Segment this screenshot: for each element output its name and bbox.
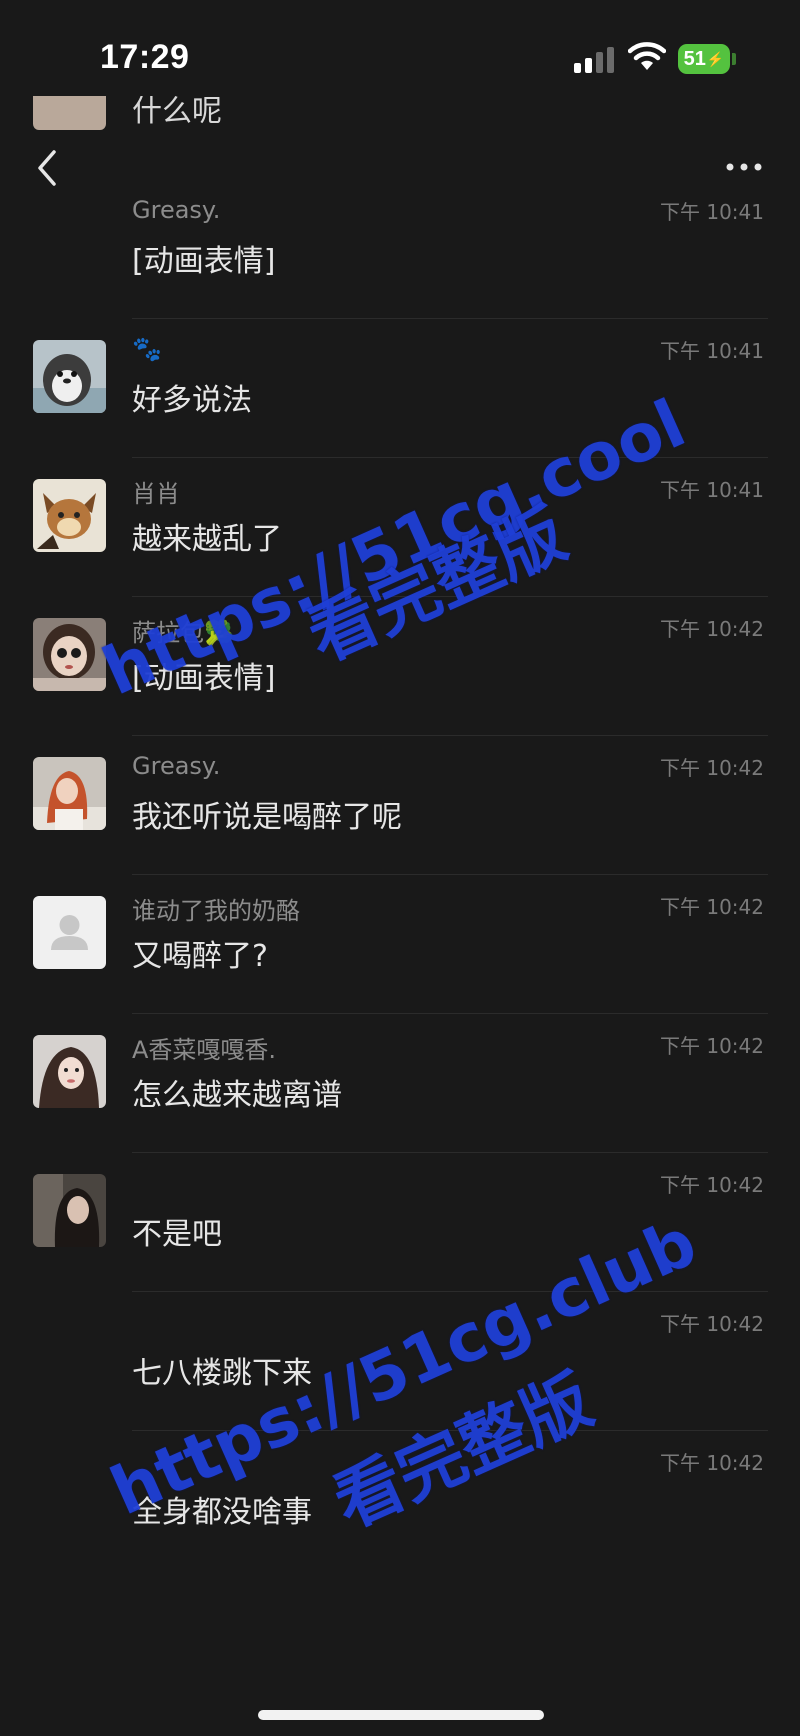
message-row[interactable]: A香菜嘎嘎香. 怎么越来越离谱 下午 10:42 — [0, 1014, 800, 1153]
message-time: 下午 10:42 — [660, 1034, 764, 1058]
charging-bolt-icon: ⚡ — [706, 50, 725, 67]
message-text: 不是吧 — [132, 1217, 222, 1252]
message-text: 怎么越来越离谱 — [132, 1078, 342, 1113]
message-time: 下午 10:42 — [660, 1173, 764, 1197]
avatar[interactable] — [33, 1174, 106, 1247]
message-time: 下午 10:41 — [660, 478, 764, 502]
default-user-avatar-icon — [33, 896, 106, 969]
selfie-avatar-icon — [33, 1035, 106, 1108]
message-time: 下午 10:42 — [660, 895, 764, 919]
sender-name: 肖肖 — [132, 480, 180, 508]
message-time: 下午 10:42 — [660, 1312, 764, 1336]
battery-icon: 51 ⚡ — [678, 44, 730, 74]
message-time: 下午 10:41 — [660, 339, 764, 363]
message-text: [动画表情] — [132, 244, 276, 279]
message-row[interactable]: 七八楼跳下来 下午 10:42 — [0, 1292, 800, 1431]
battery-nub — [732, 53, 736, 65]
message-row[interactable]: Greasy. [动画表情] 下午 10:41 — [0, 180, 800, 319]
home-indicator[interactable] — [258, 1710, 544, 1720]
message-time: 下午 10:42 — [660, 756, 764, 780]
sender-name: 🐾 — [132, 335, 162, 363]
doll-avatar-icon — [33, 618, 106, 691]
cartoon-avatar-icon — [33, 479, 106, 552]
sender-name: 萨拉包🥦 — [132, 619, 234, 647]
partial-avatar — [33, 96, 106, 130]
sender-name: 谁动了我的奶酪 — [132, 897, 300, 925]
photo-avatar-icon — [33, 1174, 106, 1247]
partial-message-text: 什么呢 — [132, 96, 222, 129]
message-time: 下午 10:41 — [660, 200, 764, 224]
message-text: [动画表情] — [132, 661, 276, 696]
message-time: 下午 10:42 — [660, 617, 764, 641]
sender-name: Greasy. — [132, 196, 221, 224]
avatar[interactable] — [33, 896, 106, 969]
message-row[interactable]: Greasy. 我还听说是喝醉了呢 下午 10:42 — [0, 736, 800, 875]
message-row[interactable]: 谁动了我的奶酪 又喝醉了? 下午 10:42 — [0, 875, 800, 1014]
message-text: 越来越乱了 — [132, 522, 282, 557]
avatar[interactable] — [33, 757, 106, 830]
more-button[interactable] — [720, 150, 768, 184]
message-text: 又喝醉了? — [132, 939, 268, 974]
avatar[interactable] — [33, 618, 106, 691]
message-text: 七八楼跳下来 — [132, 1356, 312, 1391]
battery-level: 51 — [683, 47, 706, 70]
status-bar: 17:29 51 ⚡ — [0, 0, 800, 110]
message-row[interactable]: 肖肖 越来越乱了 下午 10:41 — [0, 458, 800, 597]
avatar[interactable] — [33, 479, 106, 552]
message-text: 好多说法 — [132, 383, 252, 418]
message-row[interactable]: 🐾 好多说法 下午 10:41 — [0, 319, 800, 458]
message-list: Greasy. [动画表情] 下午 10:41 🐾 好多说法 下午 10:41 — [0, 180, 800, 1570]
penguin-avatar-icon — [33, 340, 106, 413]
avatar[interactable] — [33, 340, 106, 413]
message-text: 全身都没啥事 — [132, 1495, 312, 1530]
message-row[interactable]: 萨拉包🥦 [动画表情] 下午 10:42 — [0, 597, 800, 736]
sender-name: A香菜嘎嘎香. — [132, 1036, 277, 1064]
more-dots-icon — [726, 163, 762, 171]
avatar[interactable] — [33, 1035, 106, 1108]
message-row[interactable]: 全身都没啥事 下午 10:42 — [0, 1431, 800, 1570]
wifi-icon — [628, 42, 666, 70]
message-text: 我还听说是喝醉了呢 — [132, 800, 402, 835]
message-time: 下午 10:42 — [660, 1451, 764, 1475]
sender-name: Greasy. — [132, 752, 221, 780]
partial-message-row: 什么呢 — [0, 96, 800, 132]
cellular-signal-icon — [574, 47, 614, 73]
photo-avatar-icon — [33, 757, 106, 830]
status-time: 17:29 — [100, 38, 190, 76]
message-row[interactable]: 不是吧 下午 10:42 — [0, 1153, 800, 1292]
